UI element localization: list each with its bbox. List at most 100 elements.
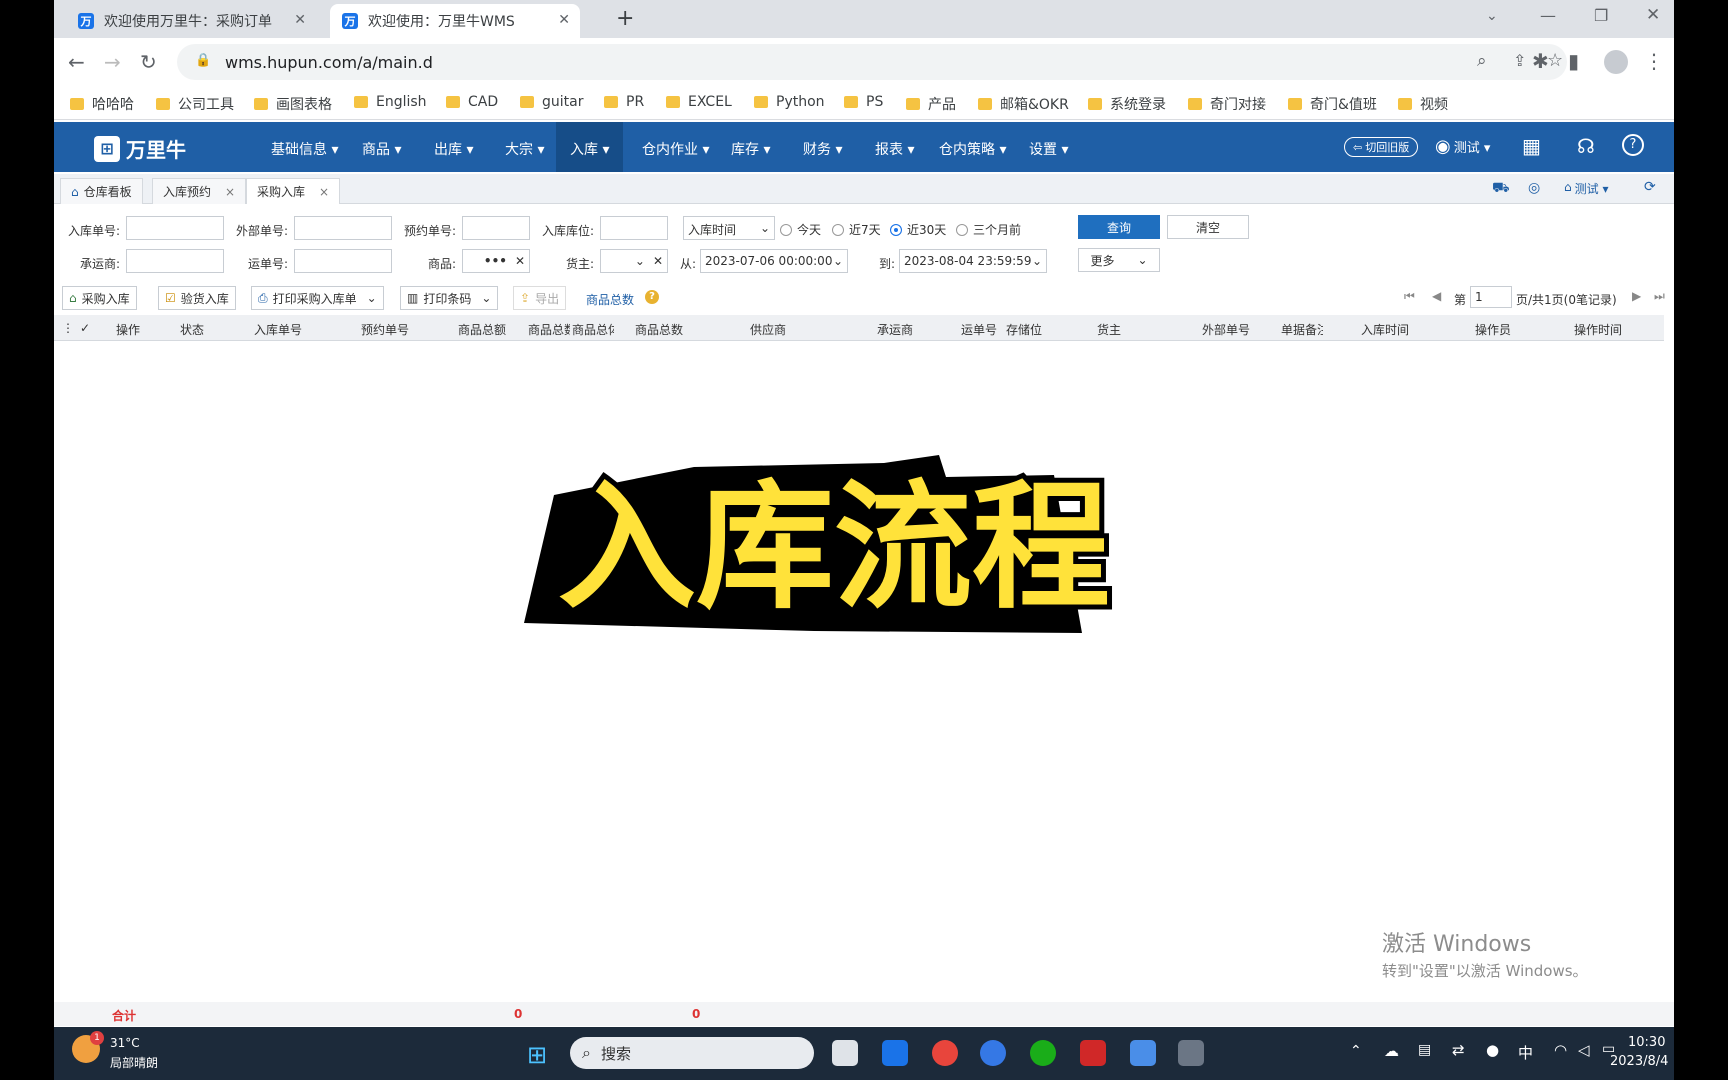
radio-today[interactable]: 今天 [780, 221, 821, 238]
side-panel-icon[interactable]: ▮ [1568, 49, 1579, 73]
bookmark-item[interactable]: 系统登录 [1088, 94, 1166, 114]
wps-icon[interactable] [1080, 1040, 1106, 1066]
profile-avatar[interactable] [1604, 50, 1628, 74]
column-header[interactable]: 外部单号 [1202, 321, 1250, 338]
close-tab-icon[interactable]: × [319, 185, 329, 199]
column-header[interactable]: 预约单号 [361, 321, 409, 338]
radio-three-months[interactable]: 三个月前 [956, 221, 1021, 238]
column-header[interactable]: 状态 [180, 321, 204, 338]
bookmark-item[interactable]: 奇门对接 [1188, 94, 1266, 114]
reload-icon[interactable]: ↻ [140, 50, 157, 74]
next-page-icon[interactable]: ▶ [1632, 289, 1641, 303]
calculator-icon[interactable]: ▦ [1522, 134, 1541, 158]
clock-date[interactable]: 2023/8/4 [1610, 1054, 1668, 1069]
prev-page-icon[interactable]: ◀ [1432, 289, 1441, 303]
column-header[interactable]: 供应商 [750, 321, 786, 338]
wechat-icon[interactable] [1030, 1040, 1056, 1066]
bookmark-item[interactable]: Python [754, 94, 825, 110]
column-header[interactable]: 入库单号 [254, 321, 302, 338]
product-picker[interactable]: ••• ✕ [462, 249, 530, 273]
menu-settings[interactable]: 设置 ▾ [1029, 139, 1068, 159]
page-number-input[interactable]: 1 [1470, 286, 1512, 308]
column-header[interactable]: 操作时间 [1574, 321, 1622, 338]
tab-search-icon[interactable]: ⌄ [1486, 8, 1498, 24]
clear-button[interactable]: 清空 [1167, 215, 1249, 239]
minimize-icon[interactable]: — [1540, 6, 1556, 25]
menu-inbound[interactable]: 入库 ▾ [556, 122, 624, 172]
weather-temp[interactable]: 31°C [110, 1036, 140, 1050]
query-button[interactable]: 查询 [1078, 215, 1160, 239]
print-inbound-order-button[interactable]: ⎙ 打印采购入库单 ⌄ [251, 286, 384, 310]
share-icon[interactable]: ⇪ [1513, 51, 1526, 70]
weather-desc[interactable]: 局部晴朗 [110, 1054, 158, 1071]
tray-sync-icon[interactable]: ⇄ [1452, 1041, 1465, 1059]
reservation-no-input[interactable] [462, 216, 530, 240]
close-tab-icon[interactable]: × [225, 185, 235, 199]
radio-last30[interactable]: 近30天 [890, 221, 946, 238]
menu-basic-info[interactable]: 基础信息 ▾ [271, 139, 338, 159]
taskbar-search-box[interactable]: ⌕ 搜索 [570, 1037, 814, 1069]
column-header[interactable]: 运单号 [961, 321, 997, 338]
menu-outbound[interactable]: 出库 ▾ [434, 139, 473, 159]
tab-warehouse-board[interactable]: ⌂ 仓库看板 [60, 178, 143, 204]
bookmark-item[interactable]: 公司工具 [156, 94, 234, 114]
column-header[interactable]: 单据备注 [1281, 321, 1323, 338]
wifi-icon[interactable]: ◠ [1554, 1041, 1567, 1059]
waybill-input[interactable] [294, 249, 392, 273]
column-header[interactable]: 操作员 [1475, 321, 1511, 338]
ime-indicator[interactable]: 中 [1518, 1042, 1533, 1063]
windows-start-icon[interactable]: ⊞ [527, 1041, 547, 1069]
new-tab-button[interactable]: + [616, 6, 634, 31]
user-menu[interactable]: ◉ 测试 ▾ [1435, 136, 1490, 157]
help-tip-icon[interactable]: ? [645, 290, 659, 304]
close-tab-icon[interactable]: ✕ [294, 12, 306, 28]
menu-bulk[interactable]: 大宗 ▾ [505, 139, 544, 159]
menu-finance[interactable]: 财务 ▾ [803, 139, 842, 159]
url-input[interactable]: 🔒 wms.hupun.com/a/main.d ⌕ ⇪ ☆ [177, 44, 1567, 80]
extensions-icon[interactable]: ✱ [1532, 49, 1549, 73]
time-type-select[interactable]: 入库时间 ⌄ [683, 216, 775, 240]
last-page-icon[interactable]: ⏭ [1654, 289, 1665, 304]
purchase-inbound-button[interactable]: ⌂ 采购入库 [62, 286, 137, 310]
carrier-input[interactable] [126, 249, 224, 273]
cloud-icon[interactable]: ☁ [1384, 1042, 1399, 1060]
total-count-link[interactable]: 商品总数 [586, 291, 634, 308]
column-header[interactable]: 商品总额 [458, 321, 506, 338]
bookmark-item[interactable]: guitar [520, 94, 583, 110]
from-datetime-input[interactable]: 2023-07-06 00:00:00 ⌄ [700, 249, 848, 273]
column-settings-icon[interactable]: ⋮ [62, 321, 74, 335]
inspect-inbound-button[interactable]: ☑ 验货入库 [158, 286, 236, 310]
external-no-input[interactable] [294, 216, 392, 240]
help-icon[interactable]: ? [1622, 134, 1644, 156]
forward-icon[interactable]: → [104, 50, 121, 74]
chrome-icon[interactable] [932, 1040, 958, 1066]
bookmark-item[interactable]: 哈哈哈 [70, 94, 134, 114]
switch-old-version-button[interactable]: ⇦ 切回旧版 [1344, 137, 1419, 157]
browser-tab-wms[interactable]: 万 欢迎使用：万里牛WMS ✕ [330, 4, 580, 38]
to-datetime-input[interactable]: 2023-08-04 23:59:59 ⌄ [899, 249, 1047, 273]
location-icon[interactable]: ◎ [1528, 180, 1540, 196]
clear-x-icon[interactable]: ✕ [515, 254, 525, 268]
menu-warehouse-strategy[interactable]: 仓内策略 ▾ [939, 139, 1006, 159]
tab-purchase-inbound[interactable]: 采购入库 × [246, 178, 341, 204]
back-icon[interactable]: ← [68, 50, 85, 74]
column-header[interactable]: 商品总体 [572, 321, 614, 338]
browser-menu-icon[interactable]: ⋮ [1644, 49, 1664, 73]
column-header[interactable]: 货主 [1097, 321, 1121, 338]
menu-reports[interactable]: 报表 ▾ [875, 139, 914, 159]
close-tab-icon[interactable]: ✕ [558, 12, 570, 28]
bookmark-item[interactable]: 画图表格 [254, 94, 332, 114]
clear-x-icon[interactable]: ✕ [653, 254, 663, 268]
restore-icon[interactable]: ❐ [1594, 6, 1608, 25]
bookmark-item[interactable]: 奇门&值班 [1288, 94, 1377, 114]
owner-select[interactable]: ⌄ ✕ [600, 249, 668, 273]
tray-app-icon[interactable]: ▤ [1418, 1042, 1431, 1058]
column-header[interactable]: 承运商 [877, 321, 913, 338]
radio-last7[interactable]: 近7天 [832, 221, 881, 238]
task-view-icon[interactable] [832, 1040, 858, 1066]
vehicle-icon[interactable]: ⛟ [1492, 180, 1510, 198]
print-barcode-button[interactable]: ▥ 打印条码 ⌄ [400, 286, 499, 310]
pinned-app-icon[interactable] [1178, 1040, 1204, 1066]
column-header[interactable]: 存储位 [1006, 321, 1042, 338]
microphone-icon[interactable]: ● [1486, 1041, 1499, 1059]
